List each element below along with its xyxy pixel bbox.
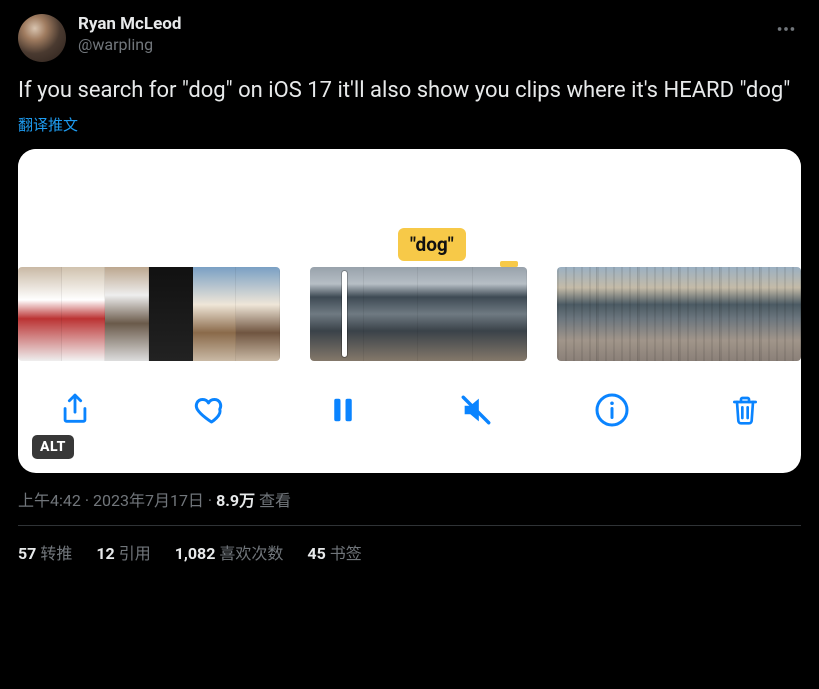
mute-button[interactable] [457, 393, 495, 427]
avatar[interactable] [18, 14, 66, 62]
tweet-header: Ryan McLeod @warpling [18, 14, 801, 62]
thumbnail [679, 267, 720, 361]
thumbnail [62, 267, 106, 361]
tweet: Ryan McLeod @warpling If you search for … [0, 0, 819, 578]
delete-button[interactable] [729, 392, 761, 428]
clip-group-3[interactable] [557, 267, 801, 361]
author-display-name: Ryan McLeod [78, 14, 181, 35]
thumbnail [310, 267, 364, 361]
tweet-time[interactable]: 上午4:42 [18, 491, 81, 510]
thumbnail [557, 267, 598, 361]
more-button[interactable] [771, 14, 801, 44]
thumbnail [364, 267, 418, 361]
likes-stat[interactable]: 1,082喜欢次数 [175, 540, 284, 564]
tweet-meta: 上午4:42 · 2023年7月17日 · 8.9万 查看 [18, 487, 801, 511]
tweet-stats: 57转推 12引用 1,082喜欢次数 45书签 [18, 540, 801, 564]
thumbnail [18, 267, 62, 361]
info-button[interactable] [594, 392, 630, 428]
trash-icon [729, 392, 761, 428]
clip-group-1[interactable] [18, 267, 280, 361]
heart-icon [191, 392, 229, 428]
quotes-stat[interactable]: 12引用 [96, 540, 150, 564]
pause-button[interactable] [328, 393, 358, 427]
pause-icon [328, 393, 358, 427]
thumbnail [720, 267, 761, 361]
media-top-area: "dog" [18, 149, 801, 267]
bookmarks-stat[interactable]: 45书签 [307, 540, 361, 564]
thumbnail [149, 267, 193, 361]
playhead[interactable] [342, 271, 347, 357]
thumbnail [473, 267, 527, 361]
share-icon [58, 391, 92, 429]
author-handle: @warpling [78, 35, 181, 55]
media-card[interactable]: "dog" [18, 149, 801, 473]
speaker-muted-icon [457, 393, 495, 427]
media-toolbar [18, 361, 801, 473]
thumbnail [760, 267, 801, 361]
video-strip [18, 267, 801, 361]
thumbnail [193, 267, 237, 361]
tweet-date[interactable]: 2023年7月17日 [93, 491, 204, 510]
translate-link[interactable]: 翻译推文 [18, 114, 801, 135]
more-icon [775, 18, 797, 40]
views-label: 查看 [255, 491, 291, 510]
author-names[interactable]: Ryan McLeod @warpling [78, 14, 181, 55]
thumbnail [638, 267, 679, 361]
views-count: 8.9万 [216, 491, 255, 510]
thumbnail [105, 267, 149, 361]
thumbnail [236, 267, 280, 361]
tweet-text: If you search for "dog" on iOS 17 it'll … [18, 76, 801, 106]
favorite-button[interactable] [191, 392, 229, 428]
divider [18, 525, 801, 526]
alt-badge[interactable]: ALT [32, 435, 74, 459]
info-icon [594, 392, 630, 428]
retweets-stat[interactable]: 57转推 [18, 540, 72, 564]
search-term-tag: "dog" [398, 228, 466, 261]
thumbnail [418, 267, 472, 361]
share-button[interactable] [58, 391, 92, 429]
thumbnail [597, 267, 638, 361]
clip-group-2[interactable] [310, 267, 527, 361]
